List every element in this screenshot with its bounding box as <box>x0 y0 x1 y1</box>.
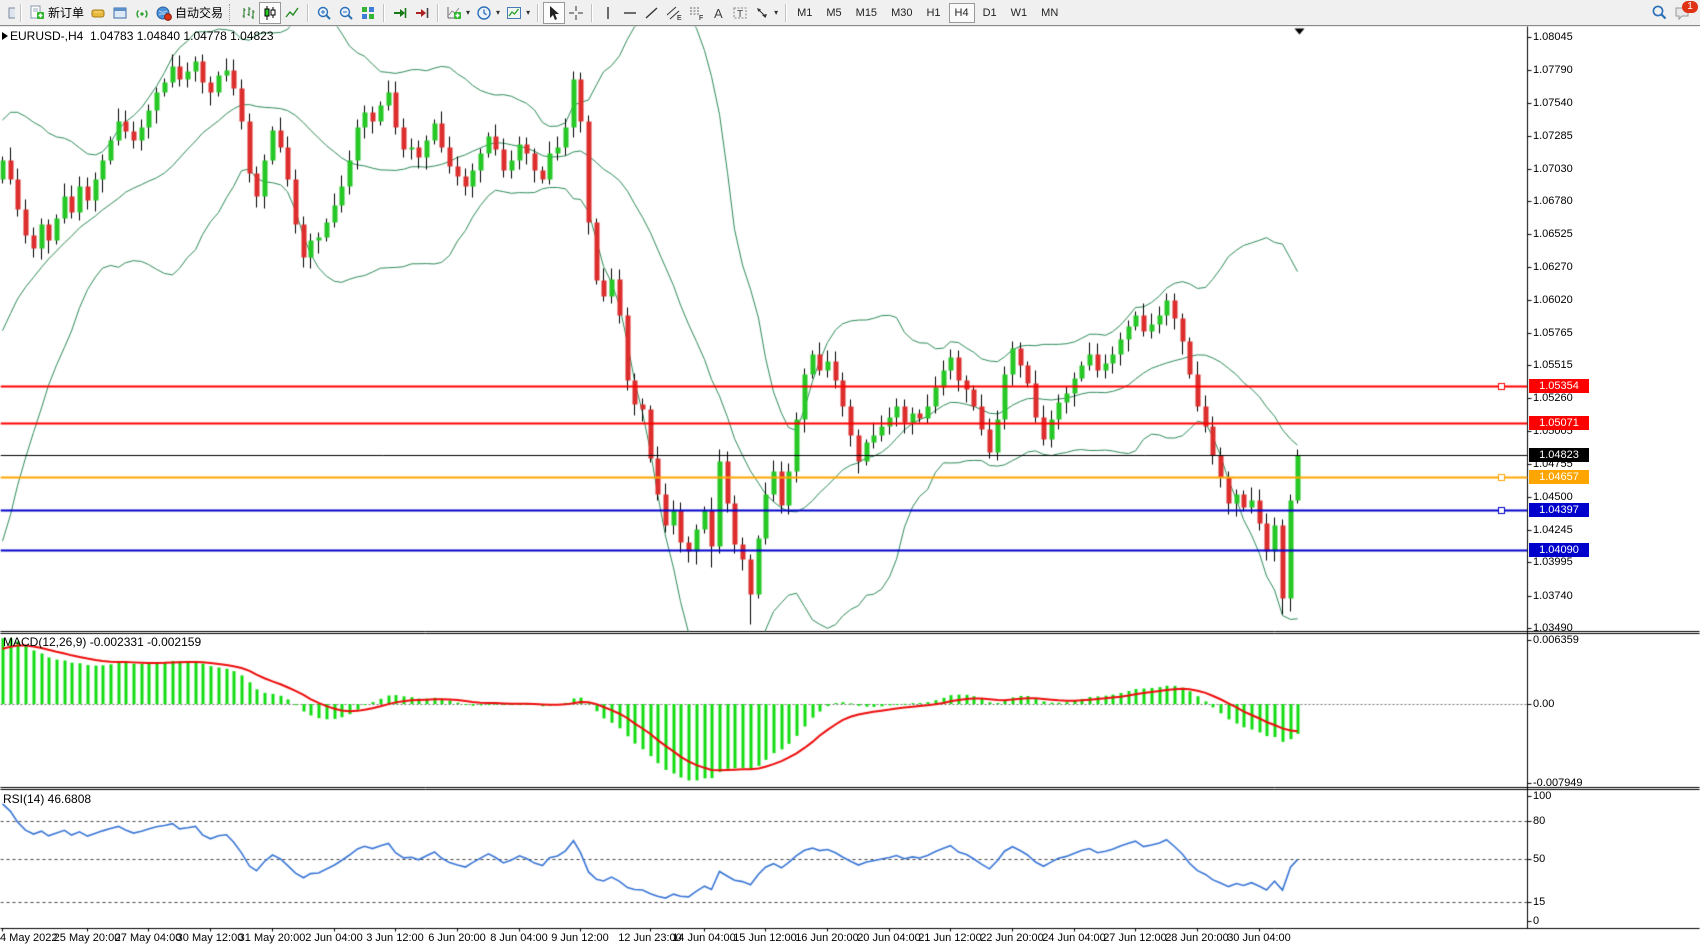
autotrading-globe-icon <box>156 5 172 21</box>
toolbar-separator <box>591 4 593 22</box>
timeframe-button-H4[interactable]: H4 <box>949 3 975 23</box>
market-watch-button[interactable] <box>87 2 109 24</box>
chart-canvas[interactable] <box>0 0 1700 946</box>
auto-scroll-icon <box>392 5 408 21</box>
toolbar-right: 1 <box>1651 4 1700 21</box>
indicators-icon <box>446 5 462 21</box>
zoom-out-button[interactable] <box>335 2 357 24</box>
vertical-line-button[interactable] <box>597 2 619 24</box>
toolbar-separator <box>785 4 787 22</box>
timeframe-button-M5[interactable]: M5 <box>820 3 847 23</box>
notifications-button[interactable]: 1 <box>1674 5 1692 21</box>
timeframe-button-H1[interactable]: H1 <box>920 3 946 23</box>
timeframe-button-MN[interactable]: MN <box>1035 3 1064 23</box>
vertical-line-icon <box>600 5 616 21</box>
zoom-out-icon <box>338 5 354 21</box>
trendline-button[interactable] <box>641 2 663 24</box>
timeframe-button-D1[interactable]: D1 <box>977 3 1003 23</box>
arrows-button[interactable]: ▾ <box>751 2 781 24</box>
new-order-label: 新订单 <box>48 4 84 21</box>
chart-shift-button[interactable] <box>411 2 433 24</box>
toolbar-separator <box>537 4 539 22</box>
new-order-icon <box>29 5 45 21</box>
bar-chart-button[interactable] <box>237 2 259 24</box>
bar-chart-icon <box>240 5 256 21</box>
auto-scroll-button[interactable] <box>389 2 411 24</box>
clock-icon <box>476 5 492 21</box>
svg-text:E: E <box>677 15 682 21</box>
tile-windows-button[interactable] <box>357 2 379 24</box>
dropdown-arrow-icon: ▾ <box>466 8 470 17</box>
templates-button[interactable]: ▾ <box>503 2 533 24</box>
chart-partial-icon <box>3 5 16 21</box>
toolbar-separator <box>437 4 439 22</box>
svg-text:T: T <box>737 9 743 20</box>
line-chart-button[interactable] <box>281 2 303 24</box>
fibonacci-icon: F <box>688 5 704 21</box>
cursor-icon <box>546 5 562 21</box>
window-icon <box>112 5 128 21</box>
timeframe-button-M1[interactable]: M1 <box>791 3 818 23</box>
timeframe-button-M30[interactable]: M30 <box>885 3 918 23</box>
zoom-in-button[interactable] <box>313 2 335 24</box>
horizontal-line-icon <box>622 5 638 21</box>
clipped-toolbar-icon[interactable] <box>0 1 16 25</box>
crosshair-button[interactable] <box>565 2 587 24</box>
channel-button[interactable]: E <box>663 2 685 24</box>
candlestick-chart-icon <box>262 5 278 21</box>
crosshair-icon <box>568 5 584 21</box>
data-window-button[interactable] <box>131 2 153 24</box>
gold-bar-icon <box>90 5 106 21</box>
dropdown-arrow-icon: ▾ <box>774 8 778 17</box>
channel-icon: E <box>666 5 682 21</box>
fibonacci-button[interactable]: F <box>685 2 707 24</box>
timeframe-button-W1[interactable]: W1 <box>1005 3 1034 23</box>
indicators-button[interactable]: ▾ <box>443 2 473 24</box>
text-button[interactable]: A <box>707 2 729 24</box>
autotrading-button[interactable]: 自动交易 <box>153 2 226 24</box>
candlestick-chart-button[interactable] <box>259 2 281 24</box>
trendline-icon <box>644 5 660 21</box>
arrows-icon <box>754 5 770 21</box>
text-label-icon: T <box>732 5 748 21</box>
toolbar-grip <box>229 4 234 22</box>
periods-button[interactable]: ▾ <box>473 2 503 24</box>
signal-icon <box>134 5 150 21</box>
text-label-button[interactable]: T <box>729 2 751 24</box>
text-icon: A <box>710 5 726 21</box>
dropdown-arrow-icon: ▾ <box>496 8 500 17</box>
navigator-button[interactable] <box>109 2 131 24</box>
svg-text:F: F <box>699 15 703 21</box>
new-order-button[interactable]: 新订单 <box>26 2 87 24</box>
toolbar-separator <box>383 4 385 22</box>
timeframe-button-M15[interactable]: M15 <box>850 3 883 23</box>
autotrading-label: 自动交易 <box>175 4 223 21</box>
toolbar-separator <box>20 4 22 22</box>
search-icon[interactable] <box>1651 4 1668 21</box>
cursor-button[interactable] <box>543 2 565 24</box>
chart-shift-icon <box>414 5 430 21</box>
timeframe-group: M1M5M15M30H1H4D1W1MN <box>791 3 1064 23</box>
toolbar: 新订单 自动交易 <box>0 0 1700 26</box>
svg-text:A: A <box>714 6 723 21</box>
zoom-in-icon <box>316 5 332 21</box>
tile-windows-icon <box>360 5 376 21</box>
notification-badge: 1 <box>1682 1 1698 13</box>
toolbar-separator <box>307 4 309 22</box>
horizontal-line-button[interactable] <box>619 2 641 24</box>
dropdown-arrow-icon: ▾ <box>526 8 530 17</box>
line-chart-icon <box>284 5 300 21</box>
template-chart-icon <box>506 5 522 21</box>
